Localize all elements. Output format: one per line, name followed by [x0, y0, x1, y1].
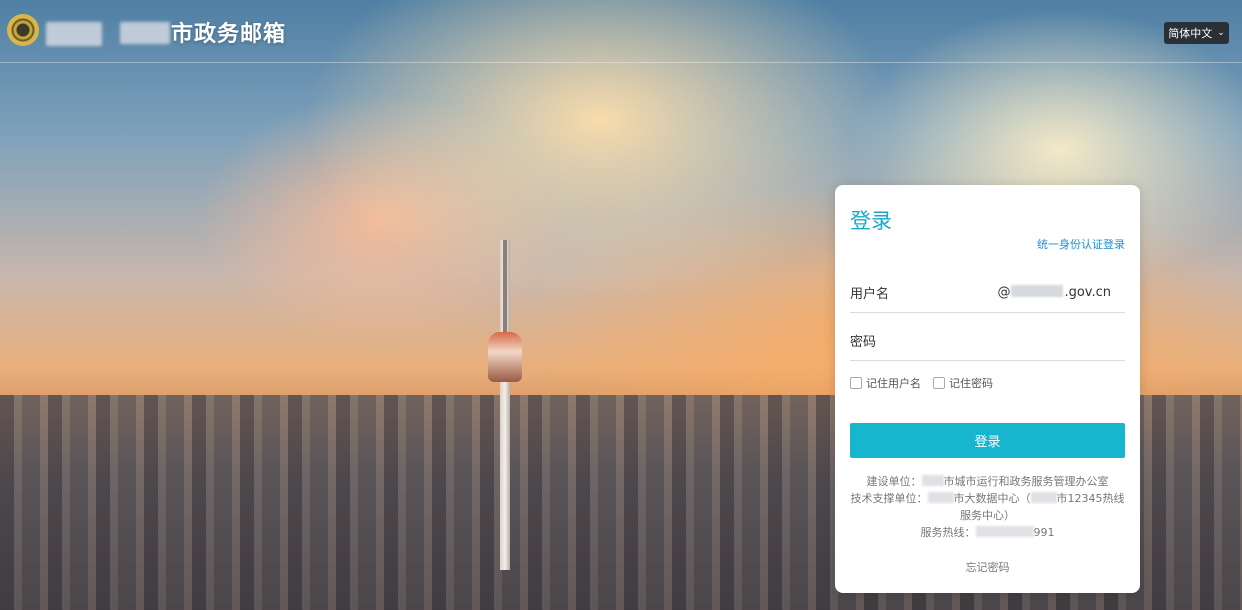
redacted-text — [120, 22, 170, 44]
domain-suffix: .gov.cn — [1064, 285, 1111, 300]
emblem-logo — [7, 14, 39, 46]
footer-info: 建设单位： 市城市运行和政务服务管理办公室 技术支撑单位： 市大数据中心（ 市1234… — [850, 473, 1125, 541]
language-selector[interactable]: 简体中文 ⌄ — [1164, 22, 1229, 44]
login-card: 登录 统一身份认证登录 用户名 @ .gov.cn 密码 记住用户名 记住密码 登… — [835, 185, 1140, 593]
remember-username-label: 记住用户名 — [866, 377, 921, 390]
support-name-1: 市大数据中心（ — [953, 492, 1031, 505]
builder-name: 市城市运行和政务服务管理办公室 — [943, 475, 1109, 488]
unified-auth-link[interactable]: 统一身份认证登录 — [1037, 236, 1125, 252]
redacted-text — [46, 22, 102, 46]
redacted-text — [975, 526, 1034, 537]
mail-domain: @ .gov.cn — [997, 285, 1111, 300]
password-label: 密码 — [850, 335, 877, 350]
remember-password-checkbox[interactable]: 记住密码 — [933, 375, 993, 391]
tower-antenna — [503, 240, 507, 340]
language-label: 简体中文 — [1168, 27, 1213, 40]
hotline-line: 服务热线： 991 — [850, 524, 1125, 541]
forgot-password-link[interactable]: 忘记密码 — [835, 559, 1140, 575]
builder-prefix: 建设单位： — [866, 475, 922, 488]
remember-password-label: 记住密码 — [949, 377, 993, 390]
builder-line: 建设单位： 市城市运行和政务服务管理办公室 — [850, 473, 1125, 490]
username-label: 用户名 — [850, 287, 890, 302]
support-line-cont: 服务中心） — [960, 509, 1015, 522]
support-name-2: 市12345热线 — [1056, 492, 1125, 505]
login-title: 登录 — [850, 209, 892, 233]
redacted-domain — [1011, 285, 1064, 297]
redacted-text — [1030, 492, 1057, 503]
top-header: 市政务邮箱 简体中文 ⌄ — [0, 0, 1242, 63]
tower-pod — [488, 332, 522, 382]
remember-username-checkbox[interactable]: 记住用户名 — [850, 375, 921, 391]
password-row: 密码 — [850, 321, 1125, 361]
redacted-text — [927, 492, 954, 503]
hotline-number: 991 — [1033, 526, 1055, 539]
support-line: 技术支撑单位： 市大数据中心（ 市12345热线 — [850, 490, 1125, 507]
remember-options: 记住用户名 记住密码 — [850, 375, 993, 391]
chevron-down-icon: ⌄ — [1217, 28, 1225, 38]
hotline-prefix: 服务热线： — [920, 526, 976, 539]
redacted-text — [921, 475, 944, 486]
checkbox-box[interactable] — [850, 377, 862, 389]
username-row: 用户名 @ .gov.cn — [850, 273, 1125, 313]
checkbox-box[interactable] — [933, 377, 945, 389]
support-prefix: 技术支撑单位： — [850, 492, 928, 505]
password-input[interactable] — [910, 325, 1125, 356]
login-button[interactable]: 登录 — [850, 423, 1125, 458]
domain-at: @ — [997, 285, 1011, 300]
page-title: 市政务邮箱 — [171, 22, 287, 47]
